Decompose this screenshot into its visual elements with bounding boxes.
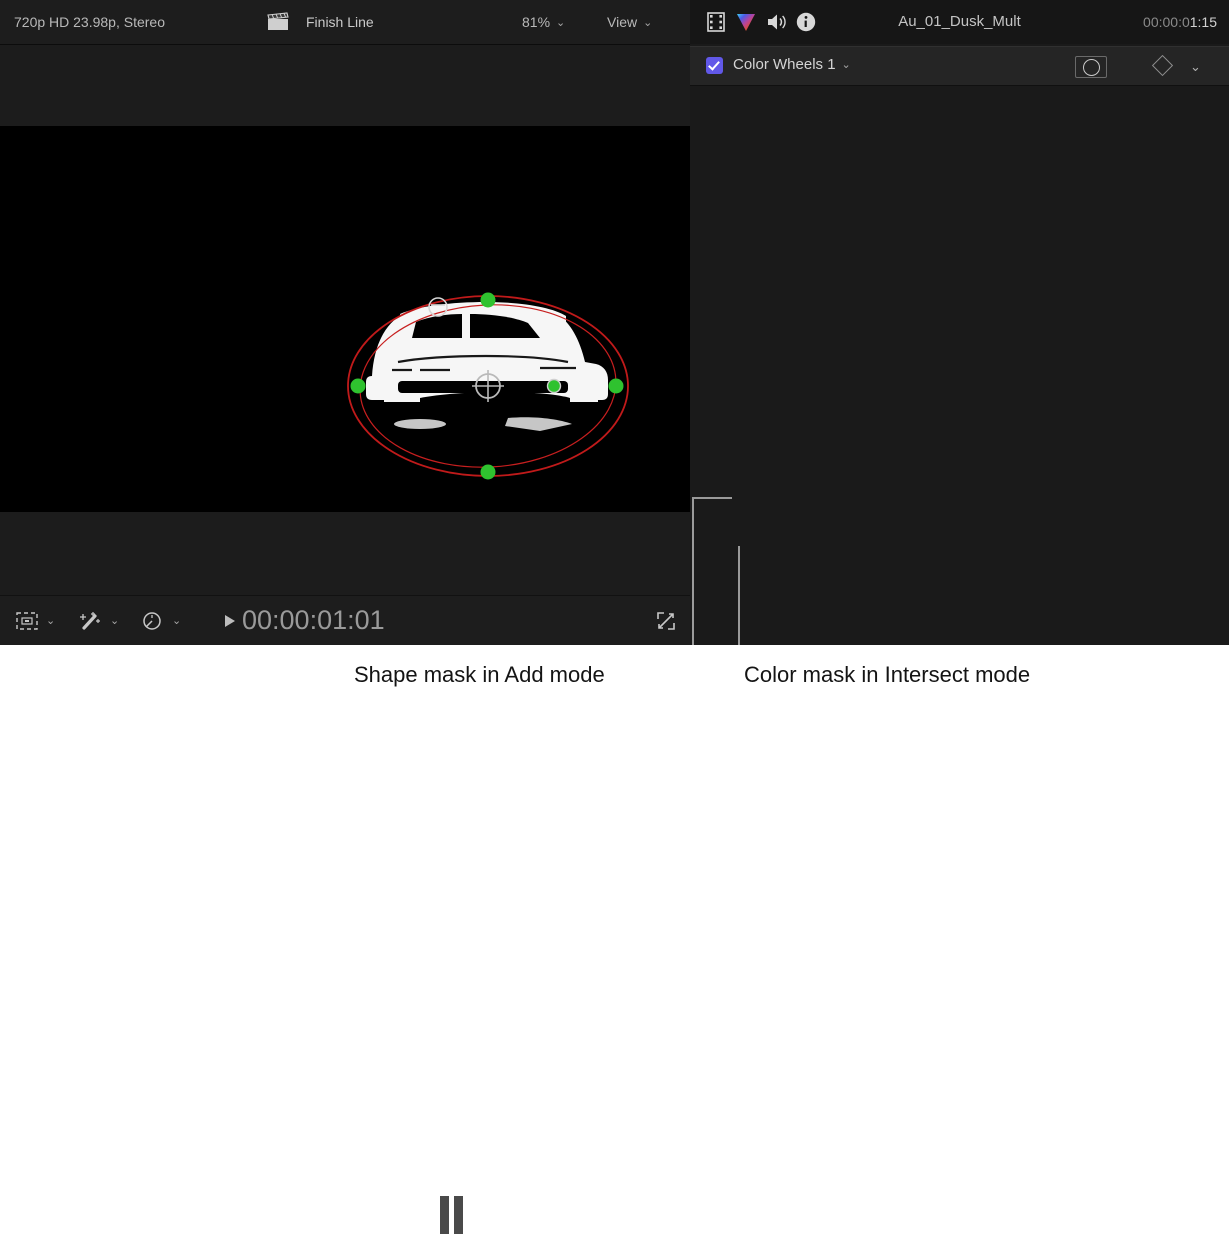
chevron-down-icon: ⌄: [172, 615, 182, 627]
crop-transform-button[interactable]: ⌄: [14, 596, 55, 645]
expand-icon: [657, 611, 675, 630]
inspector-header: Au_01_Dusk_Mult 00:00:01:15: [690, 0, 1229, 44]
callout-caption-area: Shape mask in Add mode Color mask in Int…: [0, 645, 1229, 702]
clapperboard-icon: [267, 12, 289, 30]
callout-leader-1-vertical: [692, 497, 694, 665]
inspector-timecode: 00:00:01:15: [1143, 14, 1217, 30]
retime-button[interactable]: ⌄: [140, 596, 181, 645]
viewer-letterbox-pad: [0, 512, 690, 595]
shape-mask-handle-right: [608, 378, 624, 394]
project-title-label: Finish Line: [306, 14, 374, 30]
inspector-pane: Au_01_Dusk_Mult 00:00:01:15 Color Wheels…: [690, 0, 1229, 645]
effects-wand-icon: [80, 611, 100, 630]
viewer-top-bar: 720p HD 23.98p, Stereo Finish Line 81% ⌄ …: [0, 0, 690, 45]
scrubber-handle[interactable]: [440, 1196, 465, 1234]
shape-mask-handle-inner: [546, 378, 562, 394]
zoom-level-value: 81%: [522, 14, 551, 30]
crop-transform-icon: [16, 611, 38, 630]
keyframe-diamond-icon: [1151, 54, 1174, 77]
callout-label-shape-mask: Shape mask in Add mode: [354, 662, 605, 687]
play-button[interactable]: [222, 596, 238, 645]
retime-speed-icon: [143, 611, 161, 630]
timecode-dim-part: 00:00:0: [1143, 14, 1190, 30]
mask-shape-icon: [1083, 59, 1100, 76]
scrubber-bar: [454, 1196, 463, 1234]
shape-mask-handle-bottom: [480, 464, 496, 480]
effect-name-text: Color Wheels 1: [733, 56, 836, 73]
effect-disclosure-button[interactable]: ⌄: [1190, 59, 1201, 75]
zoom-level-button[interactable]: 81% ⌄: [522, 14, 565, 30]
fullscreen-button[interactable]: [655, 596, 677, 645]
clip-format-label: 720p HD 23.98p, Stereo: [14, 14, 165, 30]
viewer-toolbar: ⌄ ⌄ ⌄ 00:00:01:01: [0, 595, 690, 1234]
effect-keyframe-button[interactable]: [1151, 54, 1174, 77]
chevron-down-icon: ⌄: [643, 17, 653, 29]
callout-leader-1-horizontal: [692, 497, 732, 499]
effect-name-label[interactable]: Color Wheels 1 ⌄: [733, 56, 851, 73]
viewer-view-menu[interactable]: View ⌄: [607, 14, 652, 30]
effect-enable-checkbox[interactable]: [706, 57, 723, 74]
viewer-view-label: View: [607, 14, 638, 30]
shape-mask-overlay[interactable]: [0, 126, 690, 512]
car-shadow-reflection: [394, 417, 572, 431]
chevron-down-icon: ⌄: [841, 59, 851, 71]
chevron-down-icon: ⌄: [556, 17, 566, 29]
mask-shape-button[interactable]: [1075, 56, 1107, 78]
chevron-down-icon: ⌄: [110, 615, 120, 627]
callout-label-color-mask: Color mask in Intersect mode: [744, 662, 1031, 687]
shape-mask-handle-left: [350, 378, 366, 394]
viewer-pane: 720p HD 23.98p, Stereo Finish Line 81% ⌄ …: [0, 0, 690, 1234]
timecode-bright-part: 1:15: [1189, 14, 1217, 30]
shape-mask-handle-top: [480, 292, 496, 308]
play-icon: [225, 614, 235, 627]
effect-header-row: Color Wheels 1 ⌄ ⌄: [690, 46, 1229, 86]
scrubber-bar: [440, 1196, 449, 1234]
effects-button[interactable]: ⌄: [78, 596, 119, 645]
app-window: 720p HD 23.98p, Stereo Finish Line 81% ⌄ …: [0, 0, 1229, 1234]
chevron-down-icon: ⌄: [46, 615, 56, 627]
viewer-timecode[interactable]: 00:00:01:01: [242, 596, 385, 645]
